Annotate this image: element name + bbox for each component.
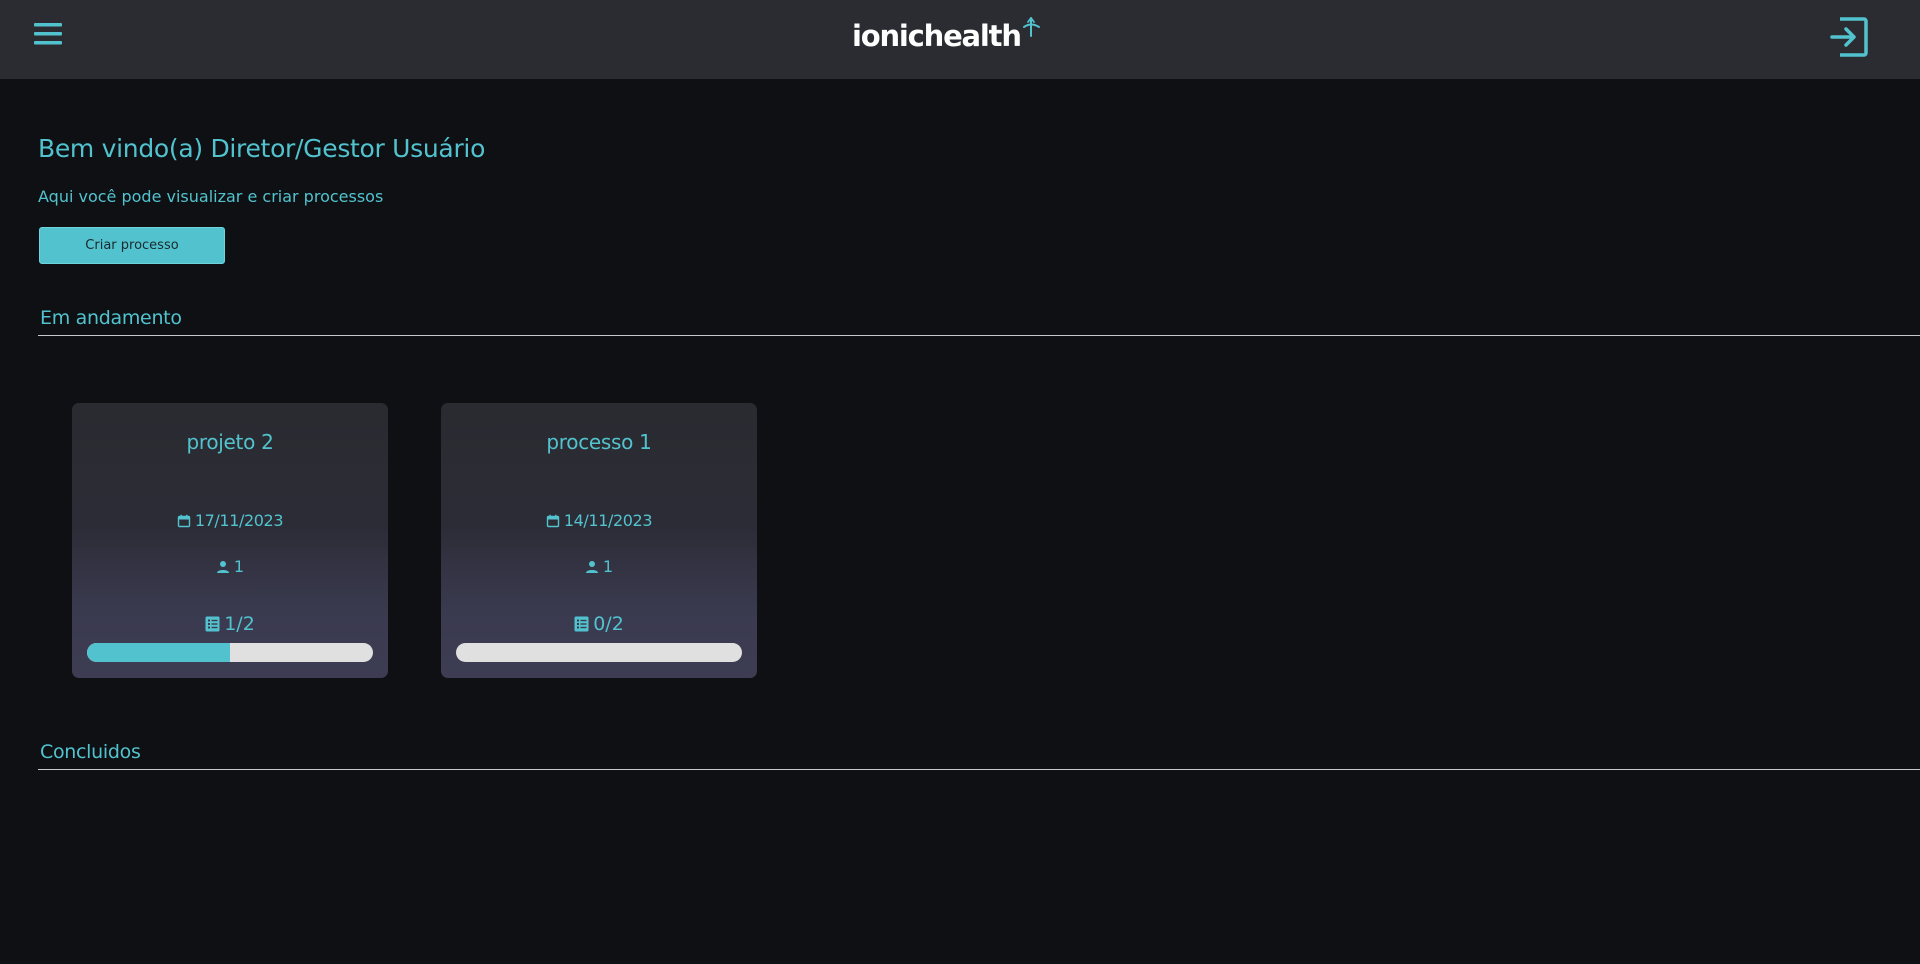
progress-fill [87, 643, 230, 662]
logo-text: ionichealth [852, 19, 1022, 53]
card-members-row: 1 [441, 557, 757, 576]
calendar-icon [546, 514, 560, 528]
card-date: 14/11/2023 [563, 511, 653, 530]
ionichealth-logo[interactable]: ionichealth [852, 16, 1043, 56]
card-tasks-row: 0/2 [441, 613, 757, 635]
page-subtitle: Aqui você pode visualizar e criar proces… [38, 187, 384, 206]
process-card[interactable]: processo 1 14/11/2023 1 0/2 [441, 403, 757, 678]
card-title: processo 1 [546, 430, 652, 454]
card-task-count: 1/2 [224, 613, 255, 635]
hamburger-menu-icon[interactable] [32, 18, 64, 50]
top-navbar: ionichealth [0, 0, 1920, 79]
section-title-in-progress: Em andamento [40, 307, 182, 329]
task-list-icon [205, 616, 220, 632]
progress-bar [87, 643, 373, 662]
section-divider [38, 769, 1920, 770]
card-members-row: 1 [72, 557, 388, 576]
create-process-button[interactable]: Criar processo [39, 227, 225, 264]
card-date-row: 14/11/2023 [441, 511, 757, 530]
logout-icon [1830, 17, 1868, 57]
logout-button[interactable] [1826, 15, 1870, 59]
card-date-row: 17/11/2023 [72, 511, 388, 530]
card-tasks-row: 1/2 [72, 613, 388, 635]
task-list-icon [574, 616, 589, 632]
card-member-count: 1 [602, 557, 614, 576]
calendar-icon [177, 514, 191, 528]
person-icon [216, 560, 230, 574]
person-icon [585, 560, 599, 574]
section-divider [38, 335, 1920, 336]
progress-bar [456, 643, 742, 662]
section-title-completed: Concluidos [40, 741, 141, 763]
card-title: projeto 2 [186, 430, 274, 454]
process-card[interactable]: projeto 2 17/11/2023 1 1/2 [72, 403, 388, 678]
card-date: 17/11/2023 [194, 511, 284, 530]
logo-mark-icon [1019, 16, 1043, 40]
card-member-count: 1 [233, 557, 245, 576]
welcome-heading: Bem vindo(a) Diretor/Gestor Usuário [38, 134, 486, 163]
card-task-count: 0/2 [593, 613, 624, 635]
